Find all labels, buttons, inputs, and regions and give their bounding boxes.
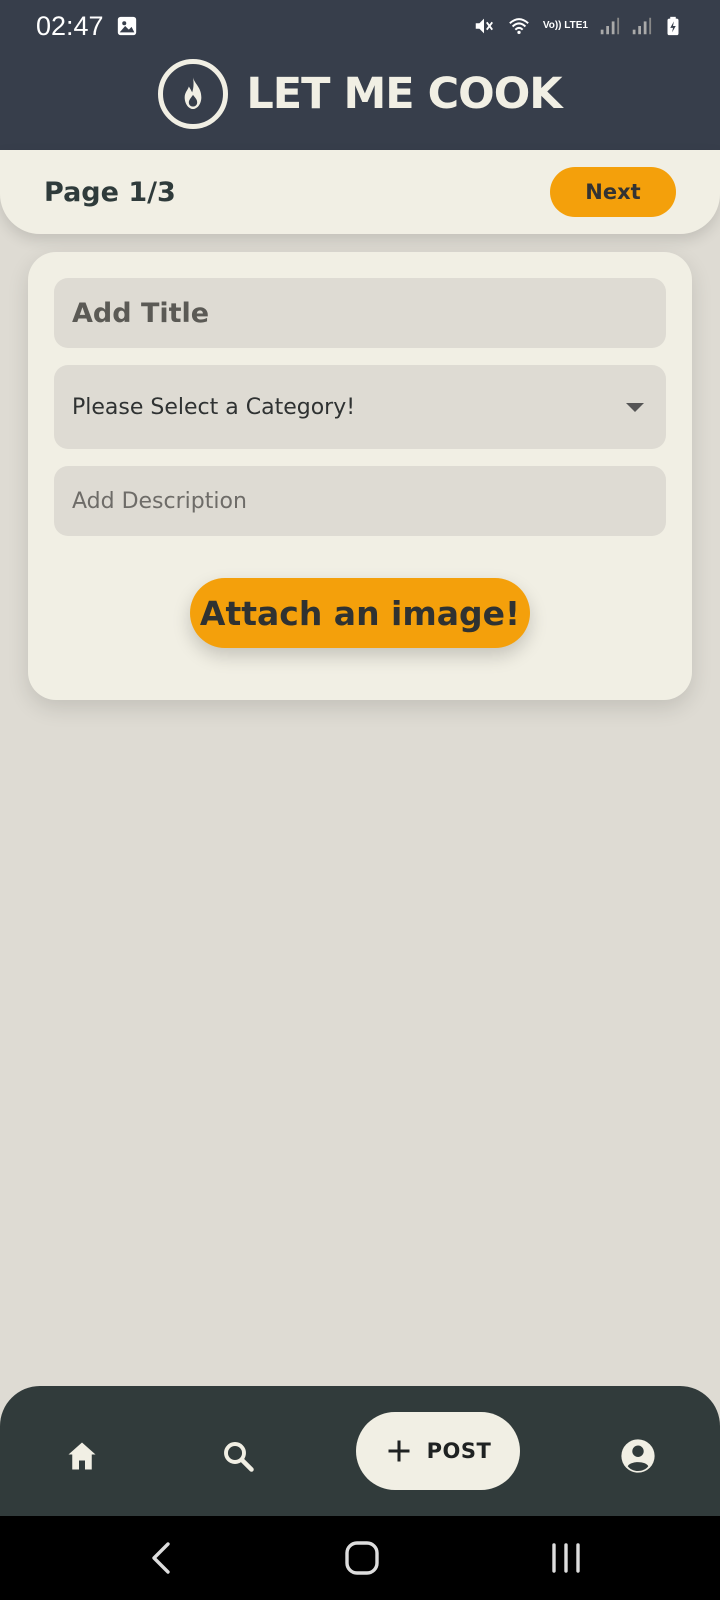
home-icon[interactable] — [62, 1436, 102, 1476]
brand: LET ME COOK — [0, 58, 720, 130]
wifi-icon — [508, 18, 529, 35]
category-value: Please Select a Category! — [72, 394, 356, 420]
bottom-navigation: POST — [0, 1386, 720, 1516]
description-placeholder: Add Description — [72, 488, 247, 514]
account-circle-icon[interactable] — [618, 1436, 658, 1476]
network-type-label: Vo)) LTE1 — [542, 20, 588, 31]
post-label: POST — [426, 1439, 492, 1463]
title-placeholder: Add Title — [72, 297, 210, 329]
title-input[interactable]: Add Title — [54, 278, 666, 348]
signal-icon-2 — [632, 17, 652, 35]
next-button[interactable]: Next — [550, 167, 676, 217]
status-time: 02:47 — [36, 10, 104, 41]
app-title: LET ME COOK — [246, 69, 562, 119]
dropdown-arrow-icon — [626, 402, 644, 412]
plus-icon — [388, 1440, 410, 1462]
signal-icon — [600, 17, 620, 35]
system-navigation-bar — [0, 1516, 720, 1600]
app-header: 02:47 Vo)) LTE1 LET ME COOK — [0, 0, 720, 150]
back-icon[interactable] — [142, 1540, 182, 1576]
search-icon[interactable] — [218, 1436, 258, 1476]
home-nav-icon[interactable] — [342, 1540, 382, 1576]
flame-icon — [158, 59, 229, 129]
category-select[interactable]: Please Select a Category! — [54, 365, 666, 449]
page-indicator-bar: Page 1/3 Next — [0, 150, 720, 234]
post-button[interactable]: POST — [356, 1412, 520, 1490]
description-input[interactable]: Add Description — [54, 466, 666, 536]
mute-icon — [475, 18, 493, 34]
attach-image-button[interactable]: Attach an image! — [190, 578, 530, 648]
recipe-form-card: Add Title Please Select a Category! Add … — [28, 252, 692, 700]
battery-charging-icon — [667, 16, 679, 36]
status-bar: 02:47 Vo)) LTE1 — [0, 0, 720, 52]
recent-apps-icon[interactable] — [546, 1540, 586, 1576]
page-number-label: Page 1/3 — [44, 176, 176, 208]
image-notification-icon — [117, 16, 136, 36]
